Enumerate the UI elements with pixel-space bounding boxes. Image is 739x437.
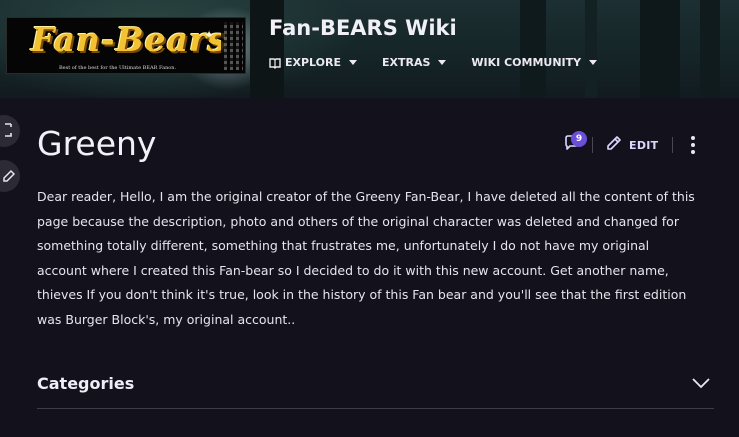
chevron-down-icon (589, 60, 598, 65)
page-title: Greeny (37, 124, 157, 163)
action-divider (592, 137, 593, 153)
more-dot-icon (691, 136, 696, 140)
categories-toggle[interactable]: Categories (37, 365, 714, 409)
expand-rail-button[interactable] (0, 115, 20, 147)
more-dot-icon (691, 150, 696, 154)
chevron-down-icon (349, 60, 358, 65)
sparkle-icon: ✦ (204, 28, 215, 42)
header-decoration (640, 0, 680, 98)
chevron-down-icon (692, 374, 710, 393)
comment-count-badge: 9 (571, 131, 587, 147)
logo-pixel-decoration (221, 22, 243, 70)
content-line: thieves If you don't think it's true, lo… (37, 287, 687, 303)
edit-rail-button[interactable] (0, 160, 20, 192)
edit-button[interactable]: EDIT (605, 134, 658, 156)
content-line: Dear reader, Hello, I am the original cr… (37, 189, 695, 204)
nav-extras-label: EXTRAS (382, 56, 431, 69)
compass-icon (269, 57, 281, 69)
page-actions: 9 EDIT (560, 130, 701, 160)
header-decoration (520, 0, 546, 98)
nav-explore[interactable]: EXPLORE (269, 56, 358, 69)
logo-tagline: Best of the best for the Ultimate BEAR F… (59, 65, 177, 71)
nav-extras[interactable]: EXTRAS (382, 56, 447, 69)
header-decoration (250, 0, 284, 98)
wiki-title[interactable]: Fan-BEARS Wiki (269, 16, 457, 40)
more-actions-button[interactable] (685, 134, 701, 156)
more-dot-icon (691, 143, 696, 147)
logo-wordmark: Fan-Bears (31, 20, 227, 59)
header-decoration (700, 0, 720, 98)
expand-icon (3, 122, 15, 141)
header-decoration (585, 0, 597, 98)
categories-label: Categories (37, 374, 135, 393)
page-content: Dear reader, Hello, I am the original cr… (37, 185, 717, 333)
pencil-icon (605, 134, 623, 156)
wiki-logo[interactable]: Fan-Bears ✦ Best of the best for the Ult… (6, 17, 246, 74)
comments-button[interactable]: 9 (560, 131, 587, 157)
content-line: something totally different, something t… (37, 238, 650, 254)
wiki-nav: EXPLORE EXTRAS WIKI COMMUNITY (269, 56, 622, 69)
nav-wiki-community-label: WIKI COMMUNITY (471, 56, 582, 69)
action-divider (672, 137, 674, 153)
content-line: account where I created this Fan-bear so… (37, 262, 669, 278)
chevron-down-icon (438, 60, 447, 65)
content-line: was Burger Block's, my original account.… (37, 311, 296, 327)
nav-wiki-community[interactable]: WIKI COMMUNITY (471, 56, 598, 69)
edit-button-label: EDIT (629, 138, 659, 152)
wiki-header: Fan-Bears ✦ Best of the best for the Ult… (0, 0, 739, 98)
pencil-icon (3, 167, 16, 186)
content-line: page because the description, photo and … (37, 213, 679, 229)
nav-explore-label: EXPLORE (285, 56, 342, 69)
